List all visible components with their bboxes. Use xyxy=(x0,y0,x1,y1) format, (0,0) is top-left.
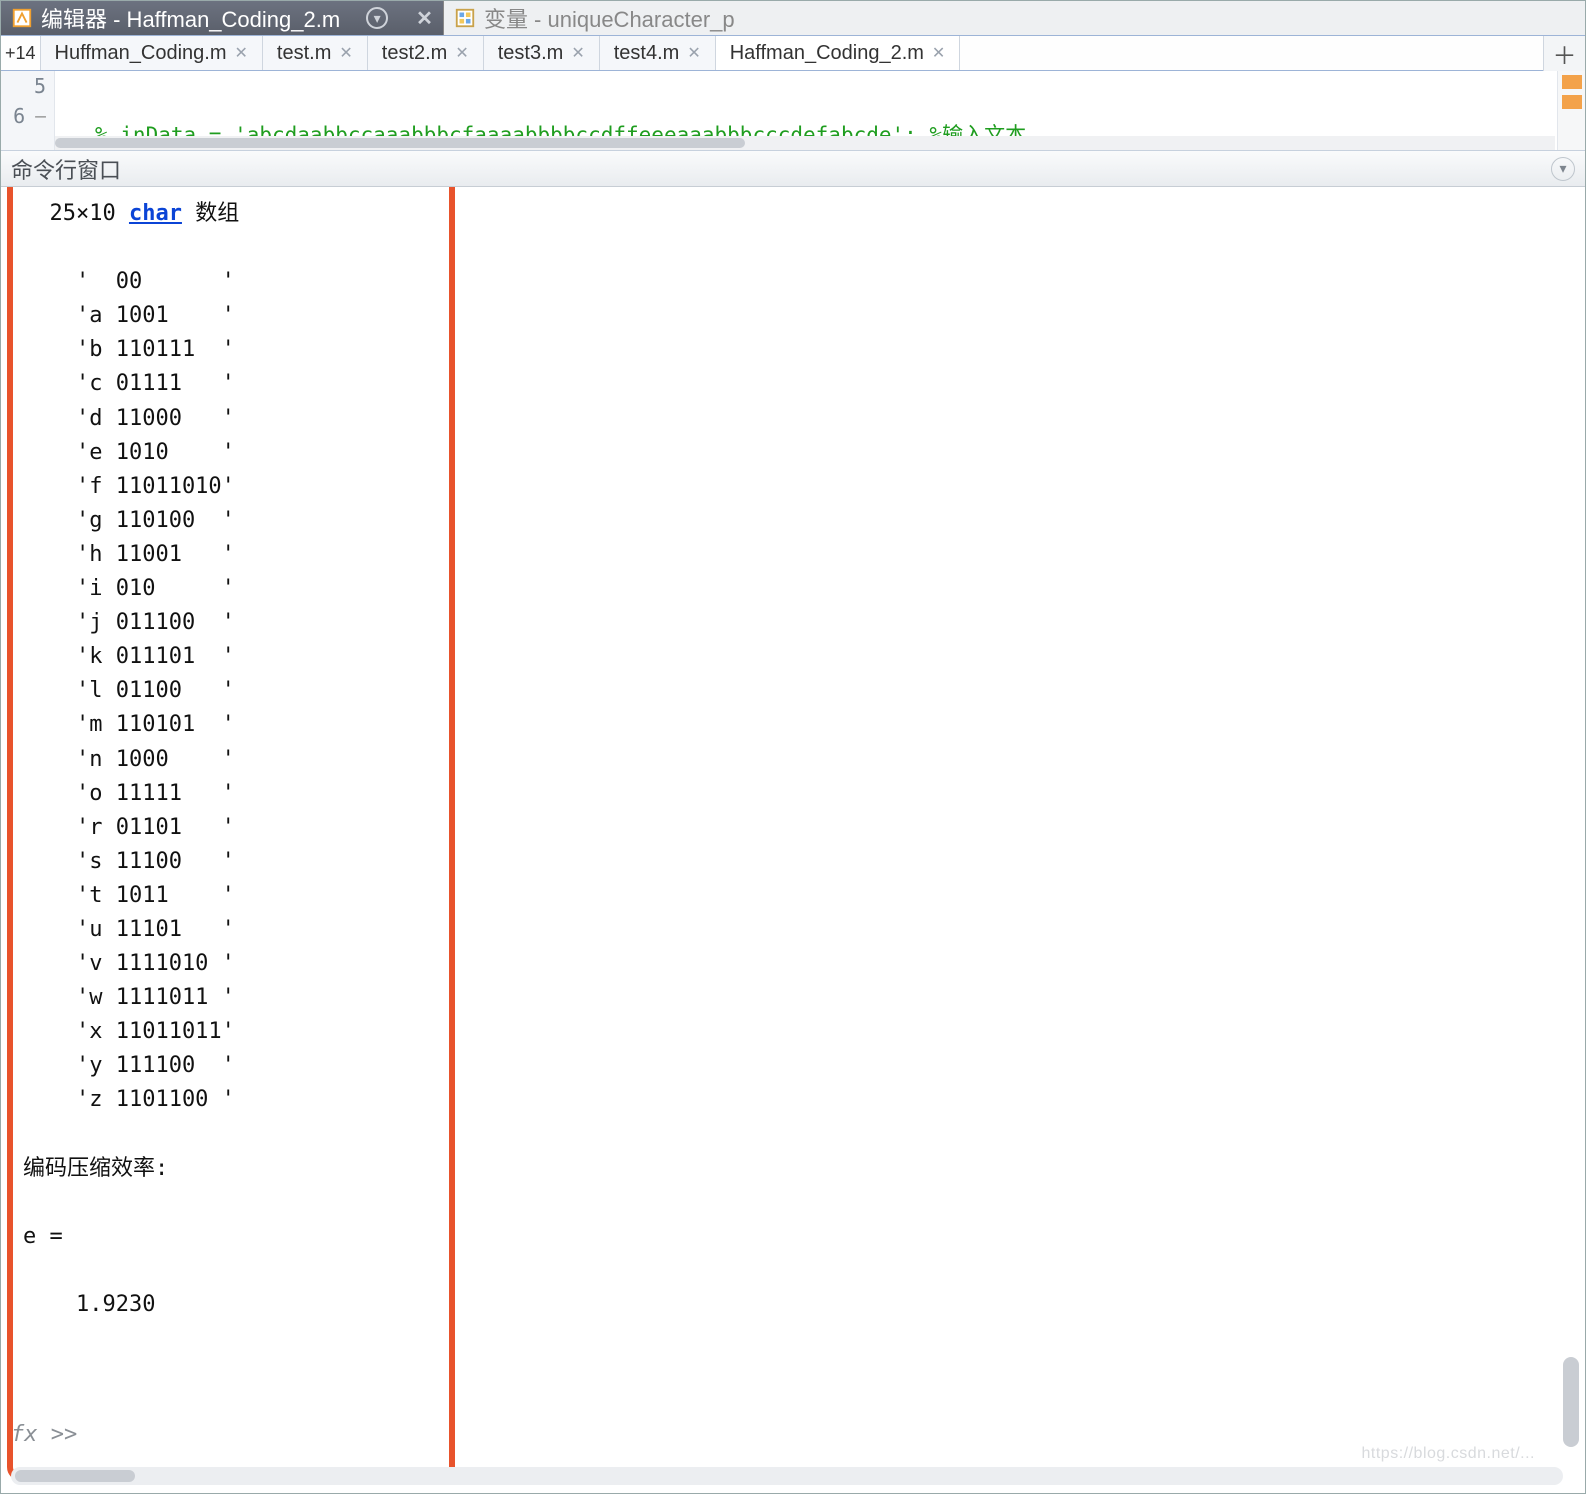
file-tab[interactable]: test.m ✕ xyxy=(263,36,368,70)
variables-window-title: 变量 - uniqueCharacter_p xyxy=(484,2,735,34)
command-window-titlebar: 命令行窗口 ▾ xyxy=(1,151,1585,187)
close-tab-icon[interactable]: ✕ xyxy=(455,43,468,63)
line-offset-label: +14 xyxy=(5,43,36,64)
editor-window-title: 编辑器 - Haffman_Coding_2.m xyxy=(41,2,340,34)
add-tab-button[interactable]: ＋ xyxy=(1543,36,1585,71)
close-tab-icon[interactable]: ✕ xyxy=(571,43,584,63)
breakpoint-dash-icon[interactable]: – xyxy=(35,106,46,127)
variables-icon xyxy=(454,7,476,29)
close-tab-icon[interactable]: ✕ xyxy=(339,43,352,63)
file-tab[interactable]: test4.m ✕ xyxy=(600,36,716,70)
close-icon[interactable]: ✕ xyxy=(416,6,433,31)
editor-icon xyxy=(11,7,33,29)
scrollbar-thumb[interactable] xyxy=(1563,1357,1579,1447)
file-tabs: Huffman_Coding.m ✕ test.m ✕ test2.m ✕ test3.m ✕… xyxy=(41,36,1543,70)
warning-marker-icon[interactable] xyxy=(1562,75,1582,89)
command-prompt[interactable]: fx >> xyxy=(11,1422,77,1447)
command-window-title: 命令行窗口 xyxy=(11,153,121,185)
code-minimap[interactable] xyxy=(1557,71,1585,150)
file-tab-label: Huffman_Coding.m xyxy=(55,42,227,65)
restore-icon[interactable]: ▾ xyxy=(366,7,388,29)
scrollbar-thumb[interactable] xyxy=(55,138,745,148)
editor-window-segment: 编辑器 - Haffman_Coding_2.m ▾ ✕ xyxy=(1,1,444,35)
window-title-bar: 编辑器 - Haffman_Coding_2.m ▾ ✕ 变量 - unique… xyxy=(1,1,1585,35)
variables-window-segment[interactable]: 变量 - uniqueCharacter_p xyxy=(444,1,1585,35)
editor-horizontal-scrollbar[interactable] xyxy=(55,136,1555,150)
file-tab-label: test4.m xyxy=(614,42,680,65)
line-number: 6 xyxy=(13,104,25,128)
command-horizontal-scrollbar[interactable] xyxy=(11,1467,1563,1485)
file-tab-strip: +14 Huffman_Coding.m✕test.m✕test2.m✕test… xyxy=(1,35,1585,71)
command-window-body[interactable]: 25×10 char 数组 ' 00 ' 'a 1001 ' 'b 110111… xyxy=(1,187,1585,1493)
app-frame: 编辑器 - Haffman_Coding_2.m ▾ ✕ 变量 - unique… xyxy=(0,0,1586,1494)
panel-menu-icon[interactable]: ▾ xyxy=(1551,157,1575,181)
file-tab[interactable]: Huffman_Coding.m ✕ xyxy=(41,36,263,70)
command-output: 25×10 char 数组 ' 00 ' 'a 1001 ' 'b 110111… xyxy=(23,197,1545,1453)
file-tab[interactable]: test2.m ✕ xyxy=(368,36,484,70)
file-tab-label: test3.m xyxy=(498,42,564,65)
line-number: 5 xyxy=(34,74,46,98)
line-offset-indicator[interactable]: +14 xyxy=(1,36,41,70)
file-tab[interactable]: test3.m ✕ xyxy=(484,36,600,70)
editor-body: 5 6– % inData = 'abcdaabbccaaabbbcfaaaab… xyxy=(1,71,1585,151)
char-type-link[interactable]: char xyxy=(129,201,182,226)
close-tab-icon[interactable]: ✕ xyxy=(687,43,700,63)
command-vertical-scrollbar[interactable] xyxy=(1563,193,1579,1447)
close-tab-icon[interactable]: ✕ xyxy=(235,43,248,63)
scrollbar-thumb[interactable] xyxy=(15,1470,135,1482)
file-tab-label: test.m xyxy=(277,42,331,65)
editor-gutter: 5 6– xyxy=(1,71,55,150)
file-tab-label: Haffman_Coding_2.m xyxy=(730,42,924,65)
warning-marker-icon[interactable] xyxy=(1562,95,1582,109)
file-tab[interactable]: Haffman_Coding_2.m ✕ xyxy=(716,36,961,70)
file-tab-label: test2.m xyxy=(382,42,448,65)
close-tab-icon[interactable]: ✕ xyxy=(932,43,945,63)
watermark-text: https://blog.csdn.net/... xyxy=(1362,1445,1535,1463)
